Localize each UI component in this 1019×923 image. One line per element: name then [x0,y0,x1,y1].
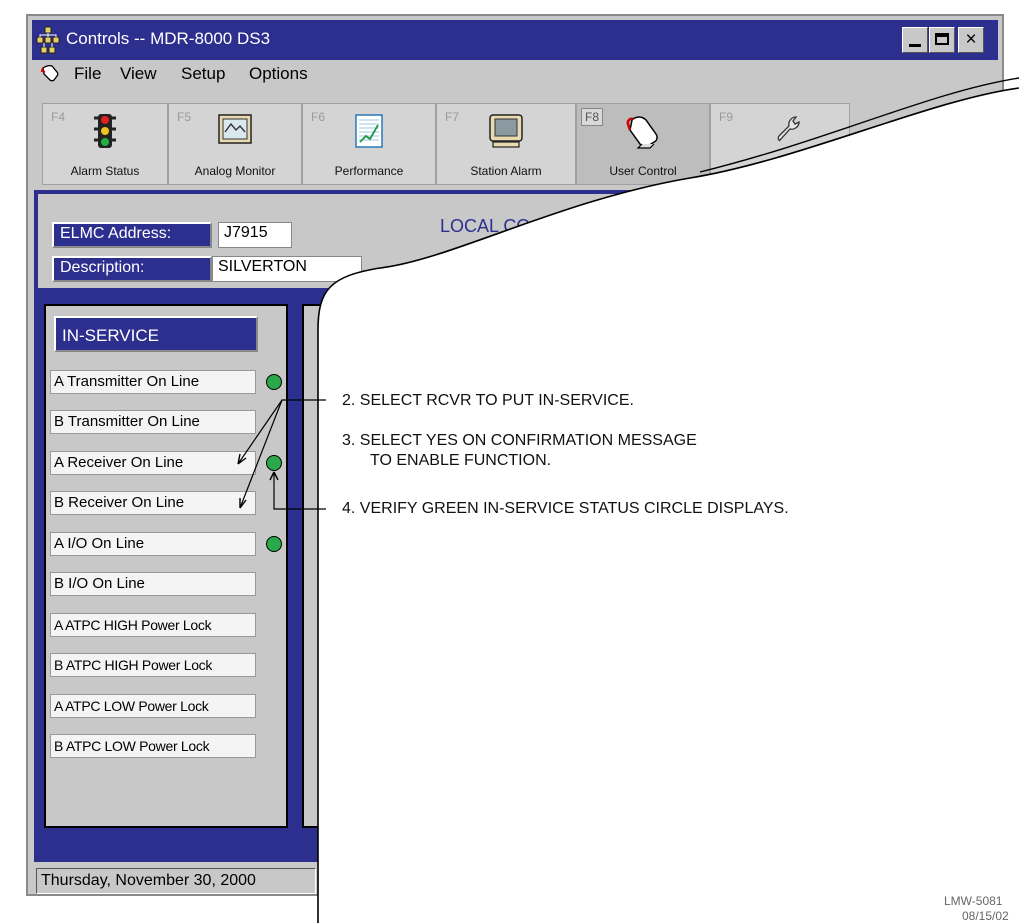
reference-date: 08/15/02 [962,909,1009,923]
reference-code: LMW-5081 [944,894,1003,908]
callout-step-2: 2. SELECT RCVR TO PUT IN-SERVICE. [342,392,634,409]
callout-step-3-line-2: TO ENABLE FUNCTION. [370,452,552,469]
callout-step-3-line-1: 3. SELECT YES ON CONFIRMATION MESSAGE [342,432,697,449]
callout-step-4: 4. VERIFY GREEN IN-SERVICE STATUS CIRCLE… [342,500,789,517]
